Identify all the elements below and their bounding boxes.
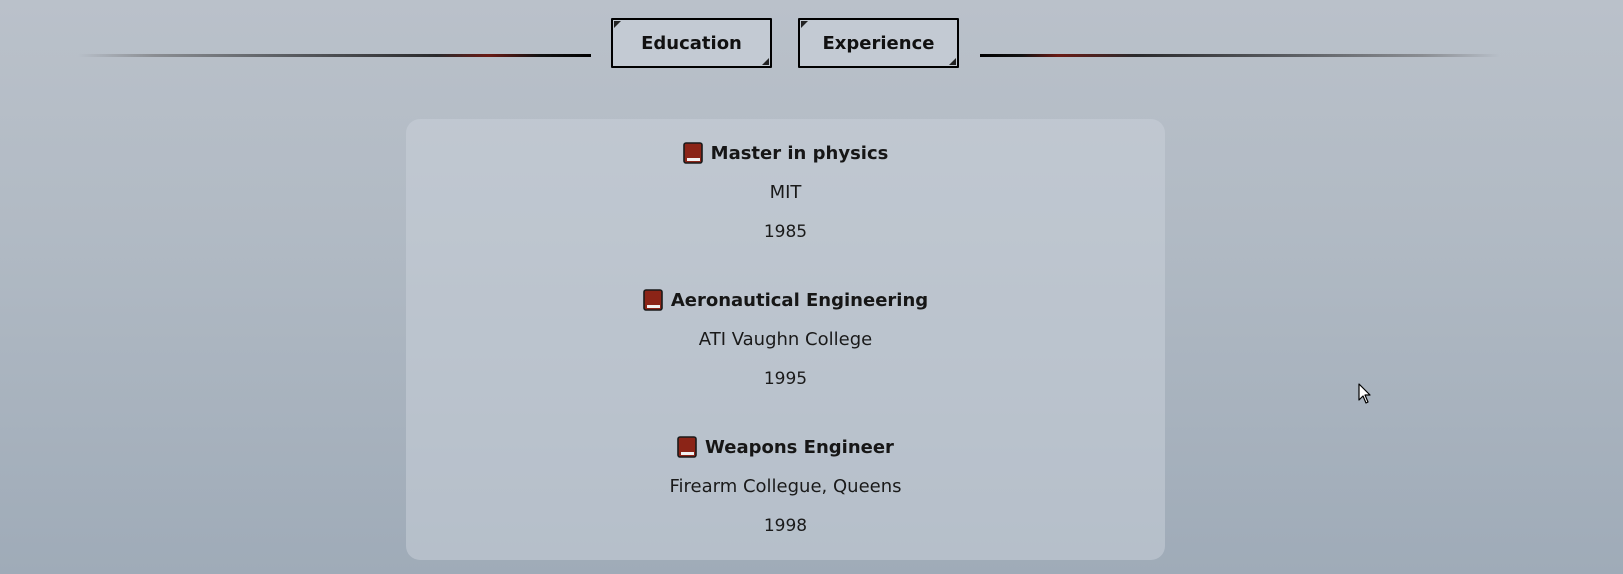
education-title-row: Weapons Engineer xyxy=(406,433,1165,461)
tab-experience[interactable]: Experience xyxy=(798,18,959,68)
education-entry: Weapons Engineer Firearm Collegue, Queen… xyxy=(406,433,1165,539)
tab-experience-label: Experience xyxy=(822,32,935,54)
education-entry: Master in physics MIT 1985 xyxy=(406,139,1165,245)
decorative-line-left xyxy=(78,54,591,57)
book-icon xyxy=(643,289,663,311)
graduation-year: 1985 xyxy=(763,222,808,242)
tab-education-label: Education xyxy=(641,32,742,54)
degree-title: Master in physics xyxy=(710,142,889,164)
corner-decoration xyxy=(614,21,621,28)
book-icon xyxy=(682,142,703,164)
graduation-year: 1998 xyxy=(763,516,808,536)
tab-education[interactable]: Education xyxy=(611,18,772,68)
graduation-year: 1995 xyxy=(763,369,808,389)
school-name: ATI Vaughn College xyxy=(698,329,873,350)
education-panel: Master in physics MIT 1985 Aeronautical … xyxy=(406,119,1165,560)
school-name: Firearm Collegue, Queens xyxy=(669,476,902,497)
degree-title: Weapons Engineer xyxy=(705,436,894,458)
corner-decoration xyxy=(762,58,769,65)
decorative-line-right xyxy=(980,54,1500,57)
education-entry: Aeronautical Engineering ATI Vaughn Coll… xyxy=(406,286,1165,392)
school-name: MIT xyxy=(769,182,802,203)
education-title-row: Master in physics xyxy=(406,139,1165,167)
corner-decoration xyxy=(801,21,808,28)
corner-decoration xyxy=(949,58,956,65)
mouse-cursor-icon xyxy=(1358,383,1371,404)
education-title-row: Aeronautical Engineering xyxy=(406,286,1165,314)
book-icon xyxy=(677,436,697,458)
degree-title: Aeronautical Engineering xyxy=(670,289,929,311)
